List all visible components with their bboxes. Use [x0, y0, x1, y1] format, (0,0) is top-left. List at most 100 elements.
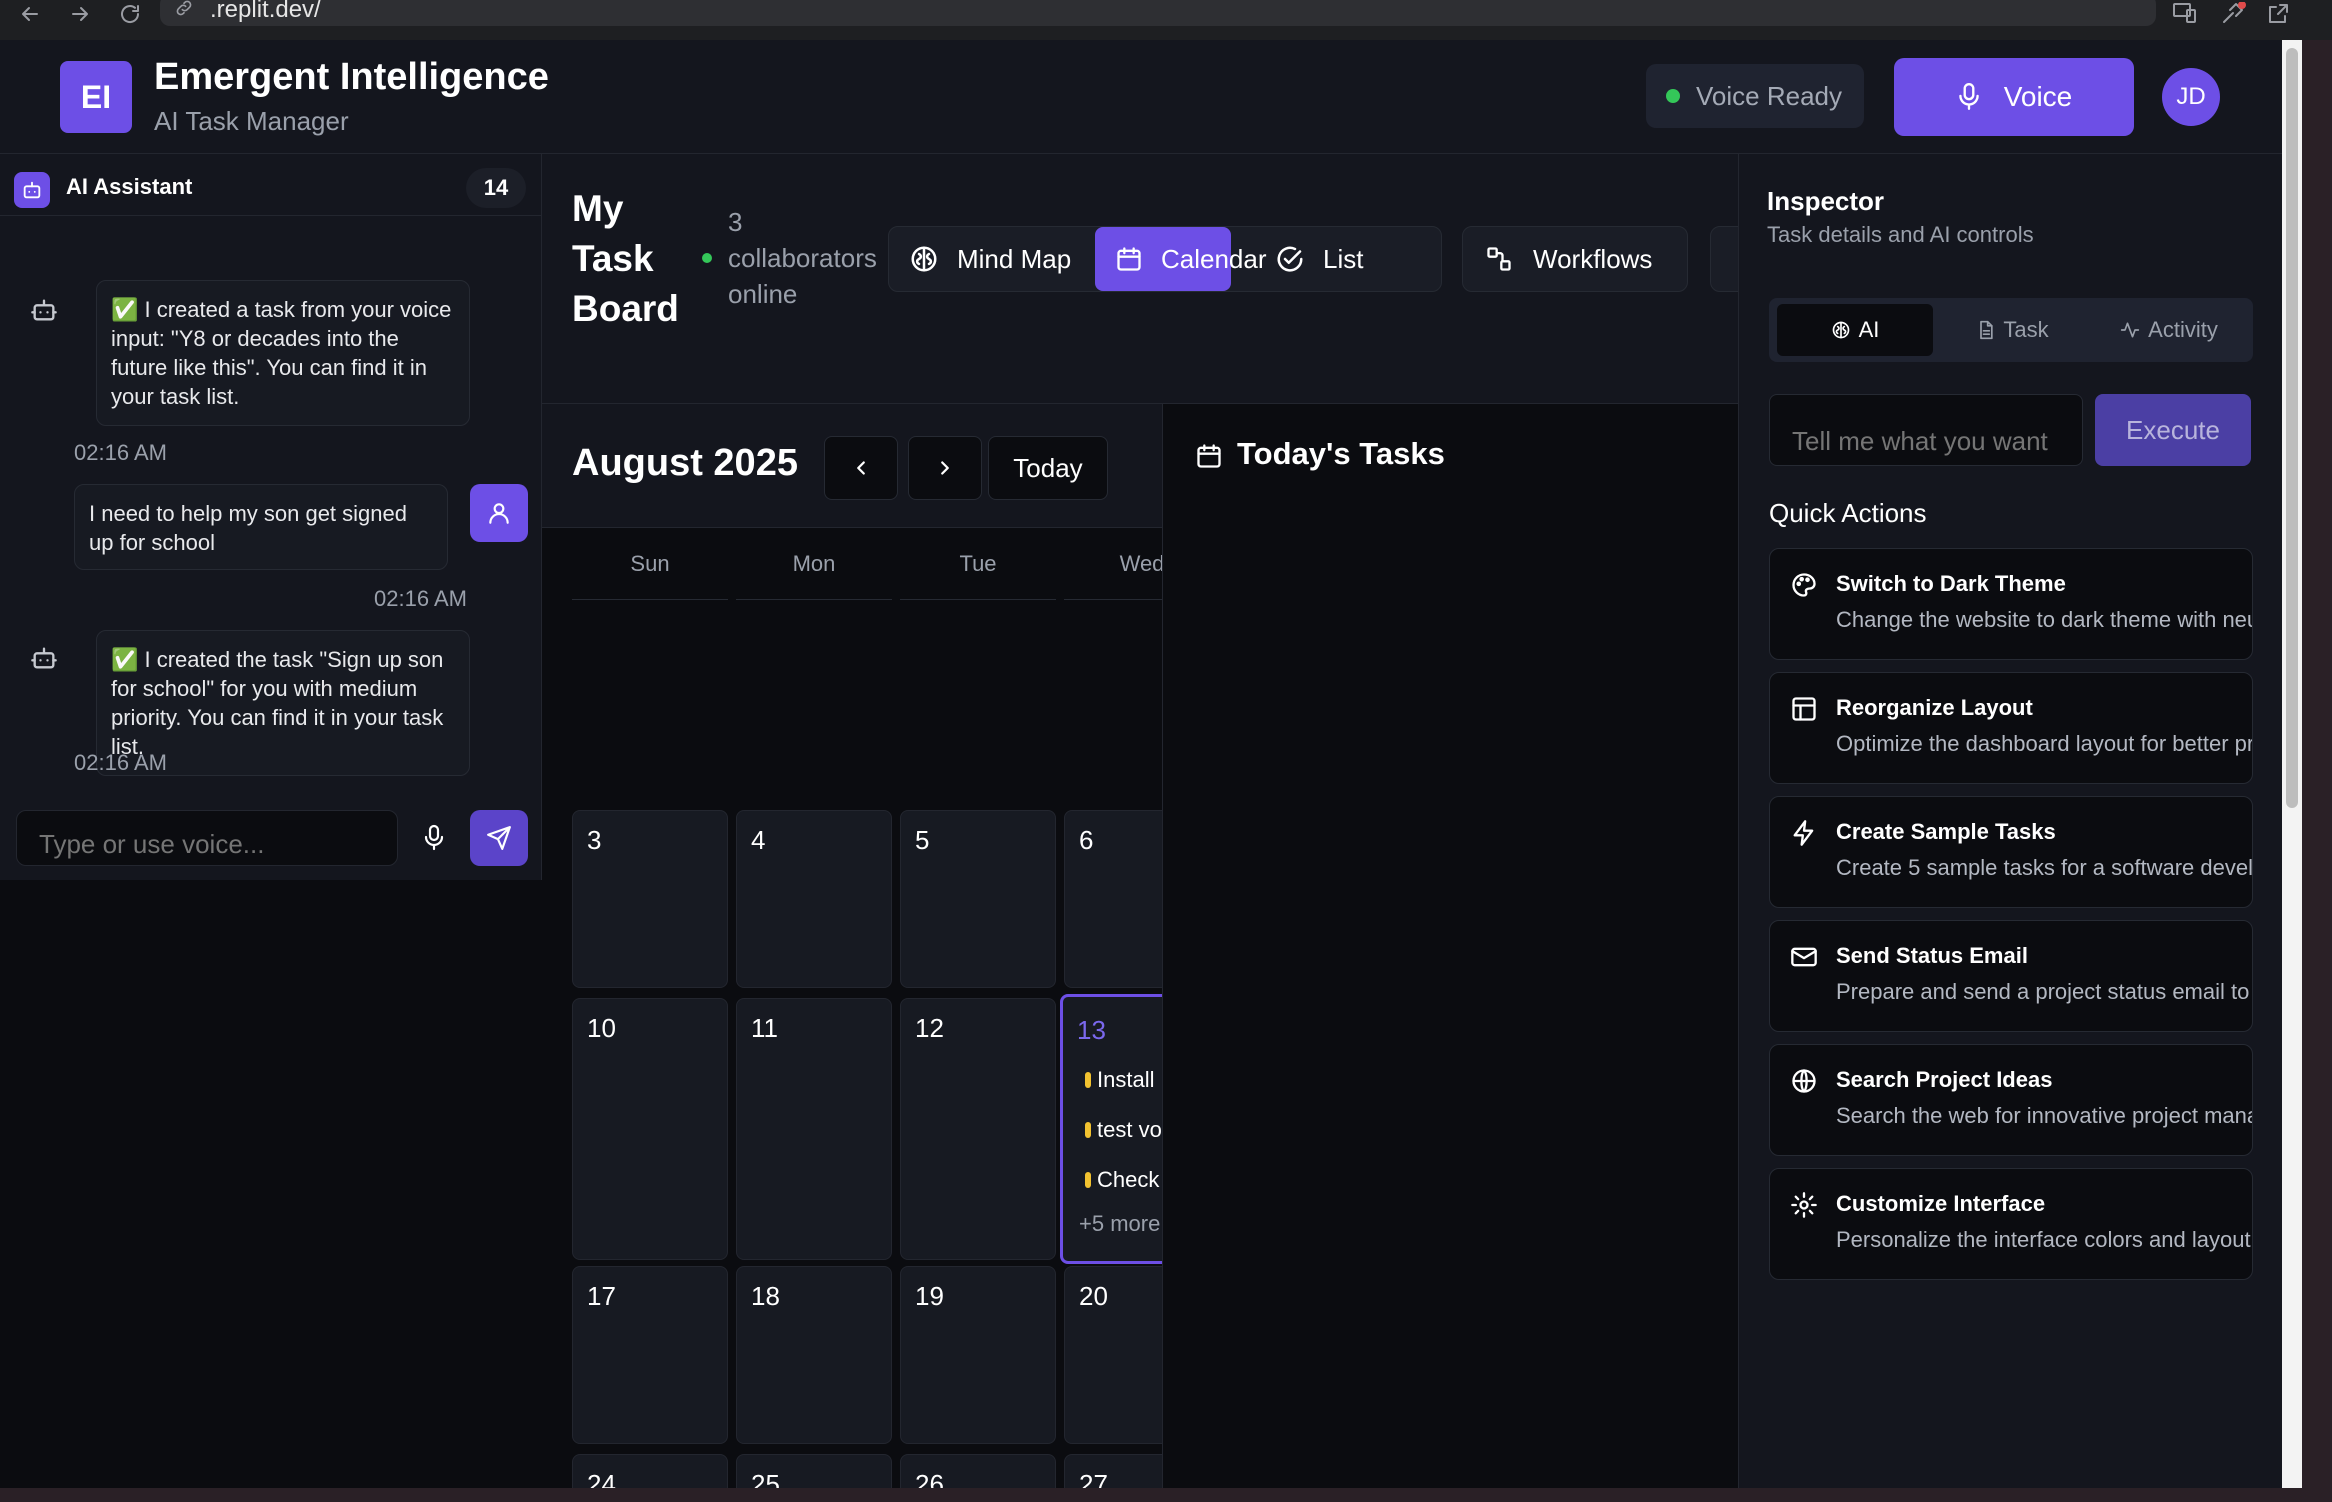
calendar-day[interactable]: 3	[572, 810, 728, 988]
device-icon[interactable]	[2172, 2, 2198, 24]
chat-input[interactable]	[16, 810, 398, 866]
quick-action-customize[interactable]: Customize Interface Personalize the inte…	[1769, 1168, 2253, 1280]
tab-task[interactable]: Task	[1939, 304, 2087, 356]
calendar-day[interactable]: 26	[900, 1454, 1056, 1488]
execute-button[interactable]: Execute	[2095, 394, 2251, 466]
app-window: EI Emergent Intelligence AI Task Manager…	[0, 40, 2282, 1488]
brain-icon	[909, 244, 939, 274]
user-icon	[470, 484, 528, 542]
layout-icon	[1790, 695, 1818, 723]
day-number: 13	[1077, 1015, 1106, 1045]
calendar-day[interactable]: 5	[900, 810, 1056, 988]
globe-icon	[1790, 1067, 1818, 1095]
board-header: My Task Board 3 collaborators online Min…	[542, 154, 1738, 404]
scrollbar-thumb[interactable]	[2286, 48, 2298, 808]
bot-icon	[30, 296, 58, 324]
calendar-event[interactable]: Check	[1085, 1167, 1159, 1193]
open-external-icon[interactable]	[2266, 2, 2290, 26]
tab-calendar[interactable]: Calendar	[1095, 227, 1267, 291]
calendar-day[interactable]: 25	[736, 1454, 892, 1488]
month-label: August 2025	[572, 442, 798, 484]
tab-label: Activity	[2148, 317, 2218, 342]
day-number: 25	[751, 1469, 780, 1488]
send-icon	[486, 825, 512, 851]
day-number: 11	[751, 1013, 778, 1043]
quick-action-reorganize-layout[interactable]: Reorganize Layout Optimize the dashboard…	[1769, 672, 2253, 784]
day-number: 26	[915, 1469, 944, 1488]
calendar-view: August 2025 Today Sun Mon Tue Wed 3 4 5 …	[542, 404, 1162, 1488]
event-title: test vo	[1097, 1117, 1162, 1142]
calendar-day[interactable]: 10	[572, 998, 728, 1260]
workflows-button[interactable]: Workflows	[1462, 226, 1688, 292]
voice-status-badge: Voice Ready	[1646, 64, 1864, 128]
tab-list[interactable]: List	[1255, 227, 1385, 291]
calendar-day[interactable]: 19	[900, 1266, 1056, 1444]
calendar-day[interactable]: 24	[572, 1454, 728, 1488]
chat-message-bot: ✅ I created a task from your voice input…	[96, 280, 470, 426]
prev-month-button[interactable]	[824, 436, 898, 500]
priority-bar	[1085, 1122, 1091, 1138]
calendar-day[interactable]: 4	[736, 810, 892, 988]
microphone-icon	[1956, 82, 1982, 112]
collaborators-status: 3 collaborators online	[702, 204, 898, 312]
calendar-day[interactable]: 17	[572, 1266, 728, 1444]
tab-label: AI	[1858, 317, 1880, 342]
ai-command-input[interactable]	[1769, 394, 2083, 466]
workflow-icon	[1485, 245, 1513, 273]
tab-ai[interactable]: AI	[1777, 304, 1933, 356]
quick-action-description: Optimize the dashboard layout for better…	[1836, 731, 2253, 756]
day-number: 17	[587, 1281, 616, 1311]
calendar-day[interactable]: 6	[1064, 810, 1162, 988]
address-bar[interactable]: .replit.dev/	[160, 0, 2156, 26]
priority-bar	[1085, 1072, 1091, 1088]
quick-action-dark-theme[interactable]: Switch to Dark Theme Change the website …	[1769, 548, 2253, 660]
weekday-header: Mon	[736, 528, 892, 600]
quick-action-search-ideas[interactable]: Search Project Ideas Search the web for …	[1769, 1044, 2253, 1156]
calendar-event[interactable]: test vo	[1085, 1117, 1162, 1143]
next-month-button[interactable]	[908, 436, 982, 500]
today-button[interactable]: Today	[988, 436, 1108, 500]
reload-icon[interactable]	[118, 2, 142, 26]
calendar-day[interactable]: 18	[736, 1266, 892, 1444]
calendar-day[interactable]: 12	[900, 998, 1056, 1260]
voice-button[interactable]: Voice	[1894, 58, 2134, 136]
brain-icon	[1831, 320, 1851, 340]
view-switcher: Mind Map Calendar List	[888, 226, 1442, 292]
tab-mind-map[interactable]: Mind Map	[889, 227, 1093, 291]
calendar-day-today[interactable]: 13 Install test vo Check +5 more	[1060, 994, 1162, 1264]
link-icon	[174, 0, 194, 18]
calendar-day[interactable]: 20	[1064, 1266, 1162, 1444]
day-number: 4	[751, 825, 766, 855]
quick-action-description: Create 5 sample tasks for a software dev…	[1836, 855, 2253, 880]
tab-activity[interactable]: Activity	[2091, 304, 2247, 356]
day-number: 27	[1079, 1469, 1108, 1488]
weekday-header: Sun	[572, 528, 728, 600]
back-icon[interactable]	[18, 2, 42, 26]
forward-icon[interactable]	[68, 2, 92, 26]
send-button[interactable]	[470, 810, 528, 866]
user-avatar[interactable]: JD	[2162, 68, 2220, 126]
calendar-icon	[1195, 442, 1223, 470]
more-views-button[interactable]	[1710, 226, 1738, 292]
check-circle-icon	[1275, 244, 1305, 274]
quick-action-sample-tasks[interactable]: Create Sample Tasks Create 5 sample task…	[1769, 796, 2253, 908]
extension-icon[interactable]	[2220, 2, 2248, 26]
day-number: 24	[587, 1469, 616, 1488]
calendar-event[interactable]: Install	[1085, 1067, 1154, 1093]
calendar-day[interactable]: 11	[736, 998, 892, 1260]
quick-action-title: Reorganize Layout	[1836, 695, 2033, 720]
chat-panel: AI Assistant 14 ✅ I created a task from …	[0, 154, 542, 1488]
inspector-tabs: AI Task Activity	[1769, 298, 2253, 362]
quick-action-description: Search the web for innovative project ma…	[1836, 1103, 2253, 1128]
chat-mic-button[interactable]	[406, 810, 462, 866]
status-dot-icon	[1666, 89, 1680, 103]
calendar-day[interactable]: 27	[1064, 1454, 1162, 1488]
page-scrollbar[interactable]	[2282, 40, 2302, 1488]
day-number: 3	[587, 825, 602, 855]
quick-action-status-email[interactable]: Send Status Email Prepare and send a pro…	[1769, 920, 2253, 1032]
day-number: 18	[751, 1281, 780, 1311]
inspector-title: Inspector	[1767, 186, 1885, 216]
more-events-link[interactable]: +5 more	[1079, 1211, 1160, 1237]
weekday-header: Tue	[900, 528, 1056, 600]
message-count-badge: 14	[466, 168, 526, 208]
